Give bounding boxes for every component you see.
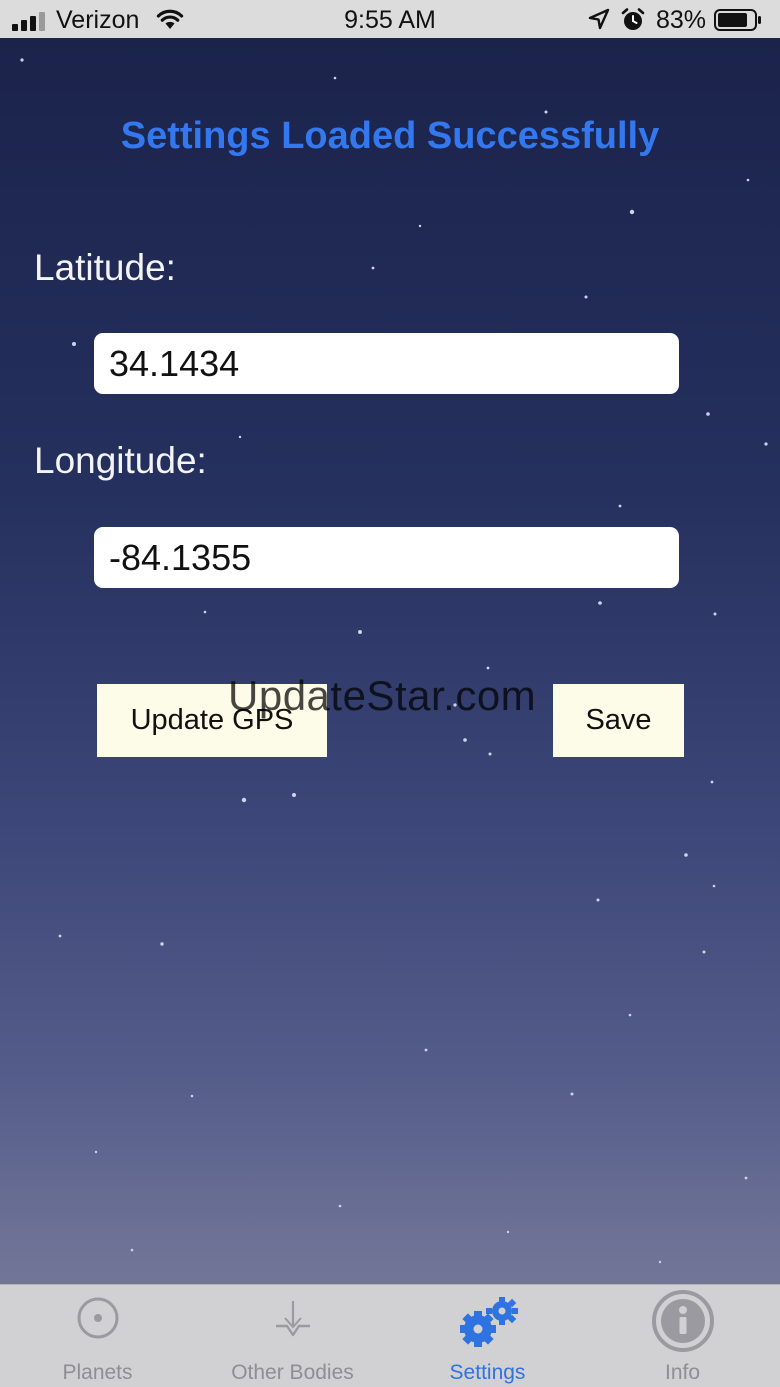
tab-planets[interactable]: Planets — [0, 1285, 195, 1387]
planet-icon — [77, 1297, 118, 1339]
starfield-background — [20, 58, 768, 1264]
tab-settings[interactable]: Settings — [390, 1285, 585, 1387]
status-bar: Verizon 9:55 AM 83% — [0, 0, 780, 38]
latitude-label: Latitude: — [34, 247, 176, 288]
alarm-icon — [621, 8, 645, 30]
status-message: Settings Loaded Successfully — [120, 115, 660, 157]
tab-info-label: Info — [664, 1361, 701, 1384]
longitude-field[interactable]: -84.1355 — [94, 527, 679, 588]
settings-screen: Verizon 9:55 AM 83% Settings Loaded Succ… — [0, 0, 780, 1387]
longitude-label: Longitude: — [34, 440, 207, 481]
tab-info[interactable]: Info — [585, 1285, 780, 1387]
location-icon — [588, 8, 610, 30]
tab-other-bodies-label: Other Bodies — [231, 1361, 354, 1384]
battery-percent: 83% — [656, 6, 707, 34]
gears-icon — [459, 1297, 518, 1347]
tab-other-bodies[interactable]: Other Bodies — [195, 1285, 390, 1387]
other-bodies-icon — [275, 1301, 310, 1337]
tab-bar: Planets Other Bodies Settings Info — [0, 1284, 780, 1387]
tab-settings-label: Settings — [449, 1361, 526, 1384]
latitude-field[interactable]: 34.1434 — [94, 333, 679, 394]
info-icon — [651, 1290, 714, 1352]
save-button[interactable]: Save — [553, 684, 684, 757]
watermark-text: UpdateStar.com — [228, 672, 537, 719]
tab-planets-label: Planets — [62, 1361, 133, 1384]
battery-icon — [714, 9, 761, 31]
